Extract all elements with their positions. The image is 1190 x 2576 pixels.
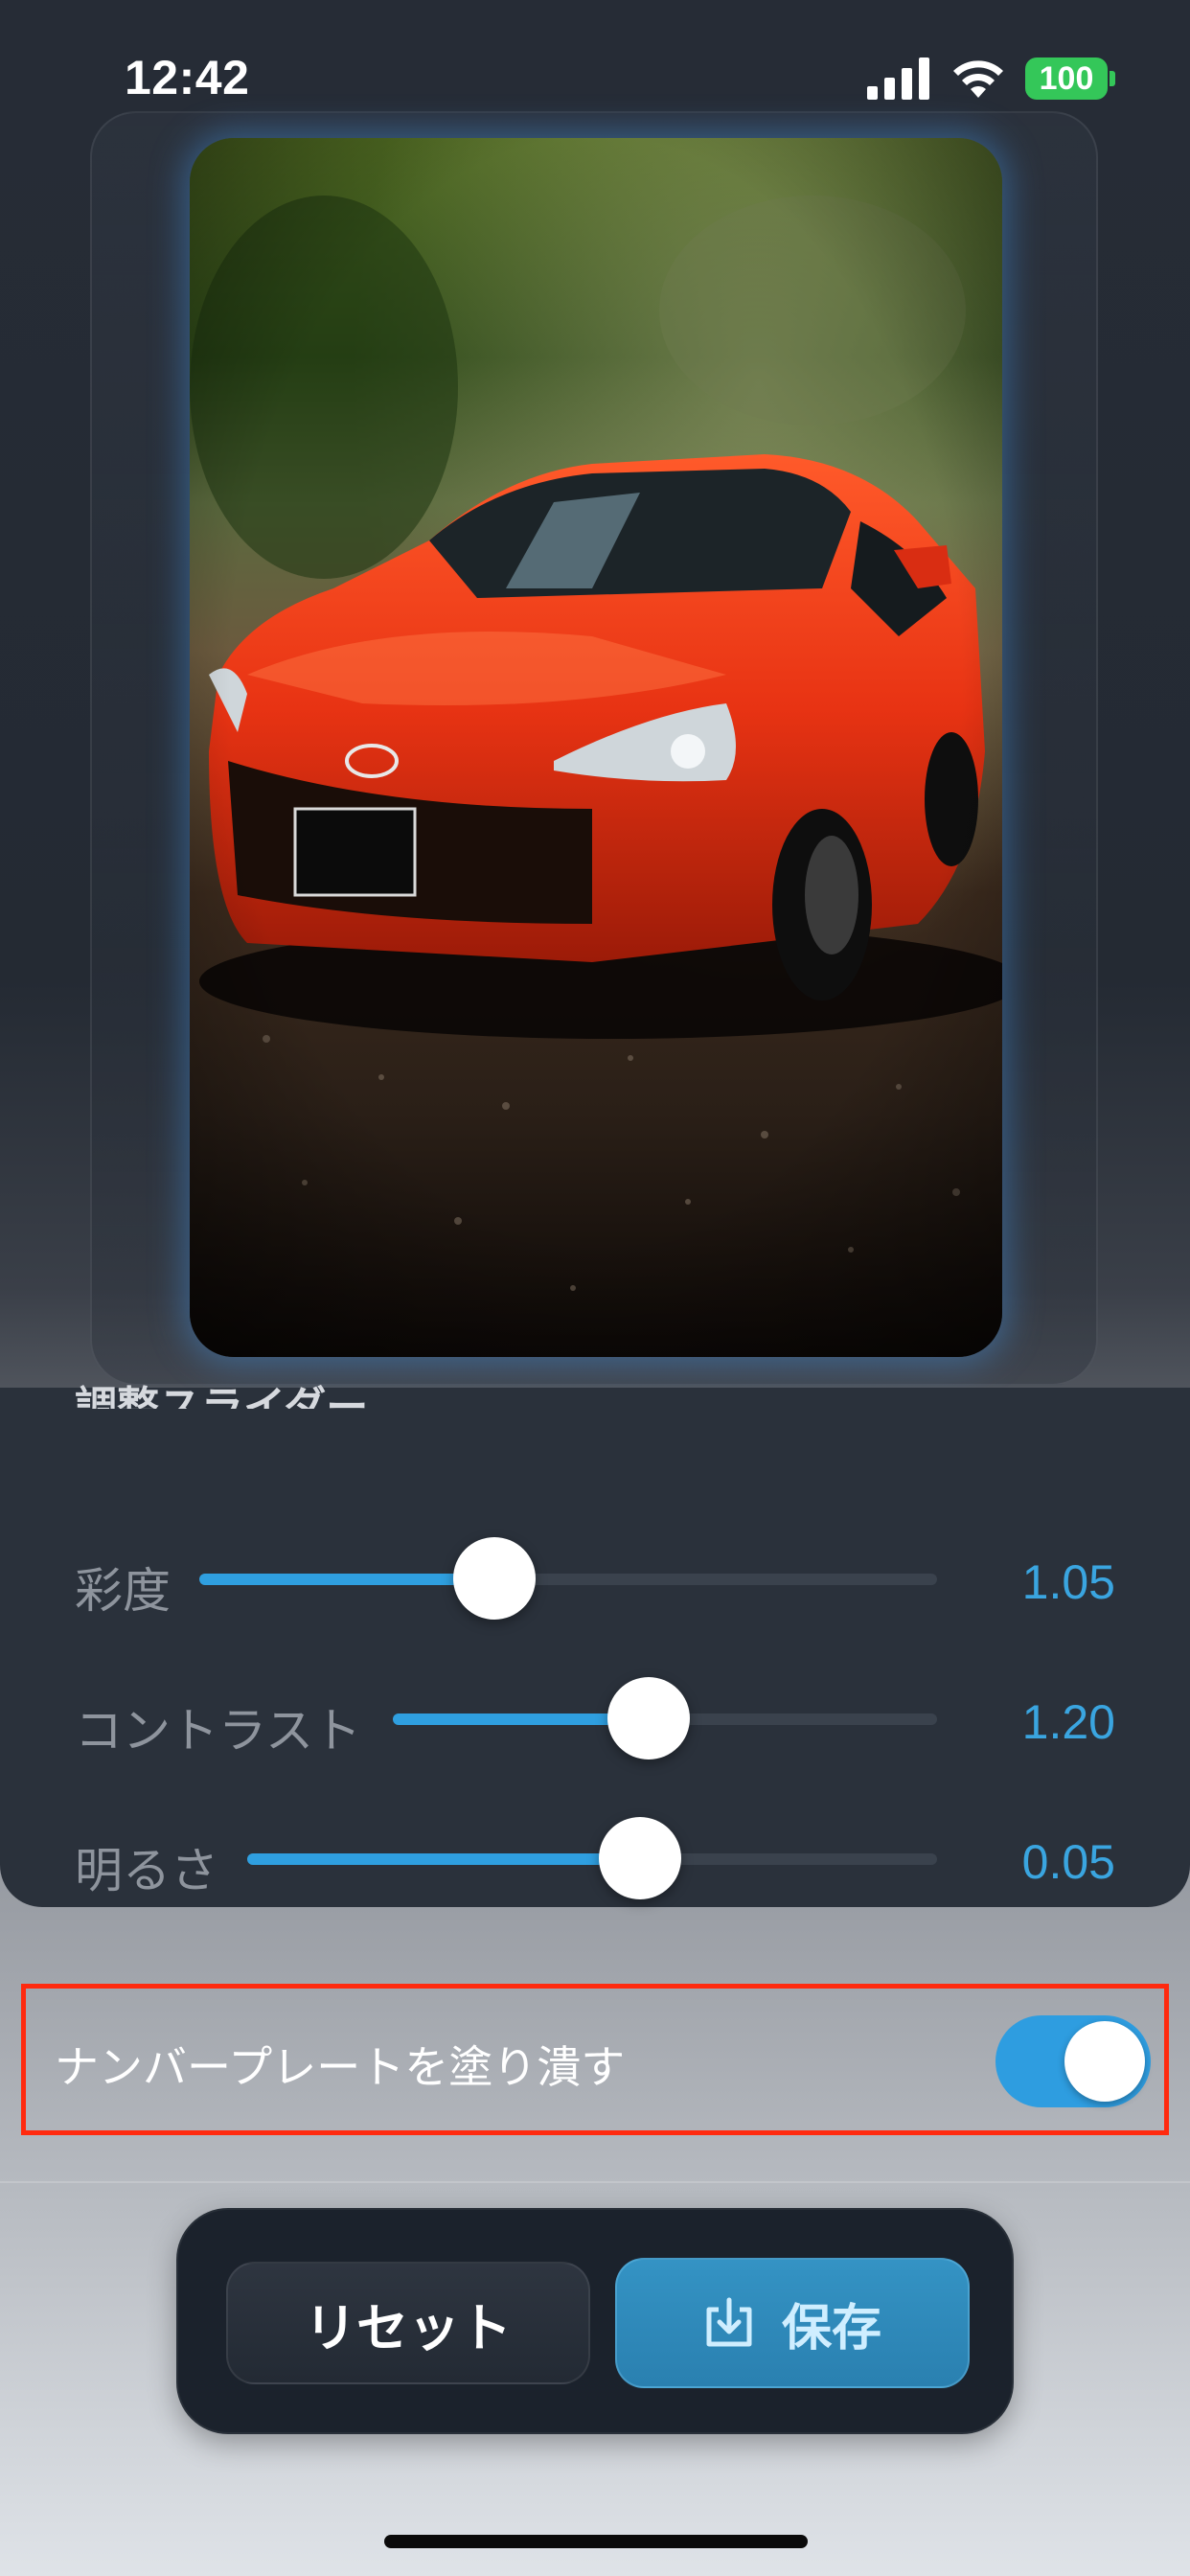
preview-image[interactable] <box>190 138 1002 1357</box>
plate-mask-toggle-row[interactable]: ナンバープレートを塗り潰す <box>21 1984 1169 2135</box>
saturation-thumb[interactable] <box>453 1537 536 1620</box>
status-time: 12:42 <box>125 51 250 104</box>
saturation-fill <box>199 1574 494 1585</box>
wifi-icon <box>953 60 1003 98</box>
adjust-panel: 調整スライダー 彩度 1.05 コントラスト 1.20 明るさ 0.05 <box>0 1383 1190 1907</box>
brightness-thumb[interactable] <box>599 1817 682 1899</box>
saturation-slider[interactable] <box>199 1537 937 1620</box>
home-indicator[interactable] <box>384 2535 808 2548</box>
contrast-value: 1.20 <box>1021 1695 1115 1749</box>
plate-mask-switch[interactable] <box>995 2015 1151 2107</box>
saturation-label: 彩度 <box>75 1563 171 1619</box>
brightness-slider[interactable] <box>247 1817 937 1899</box>
panel-title: 調整スライダー <box>75 1383 369 1409</box>
switch-knob <box>1064 2021 1145 2102</box>
brightness-slider-row: 明るさ 0.05 <box>0 1809 1190 1905</box>
battery-icon: 100 <box>1025 58 1108 100</box>
battery-cap <box>1110 71 1115 86</box>
plate-mask-label: ナンバープレートを塗り潰す <box>55 2041 626 2093</box>
saturation-value: 1.05 <box>1021 1555 1115 1609</box>
saturation-slider-row: 彩度 1.05 <box>0 1530 1190 1625</box>
action-bar: リセット 保存 <box>176 2208 1014 2434</box>
brightness-label: 明るさ <box>75 1843 218 1898</box>
contrast-label: コントラスト <box>75 1703 361 1759</box>
divider <box>0 2181 1190 2183</box>
save-button[interactable]: 保存 <box>615 2258 970 2388</box>
contrast-slider[interactable] <box>393 1677 937 1760</box>
save-label: 保存 <box>781 2299 881 2358</box>
contrast-thumb[interactable] <box>606 1677 690 1760</box>
cellular-signal-icon <box>867 58 929 100</box>
brightness-value: 0.05 <box>1021 1835 1115 1889</box>
brightness-fill <box>247 1853 641 1865</box>
contrast-slider-row: コントラスト 1.20 <box>0 1669 1190 1765</box>
reset-button[interactable]: リセット <box>226 2262 590 2384</box>
download-icon <box>706 2297 752 2347</box>
